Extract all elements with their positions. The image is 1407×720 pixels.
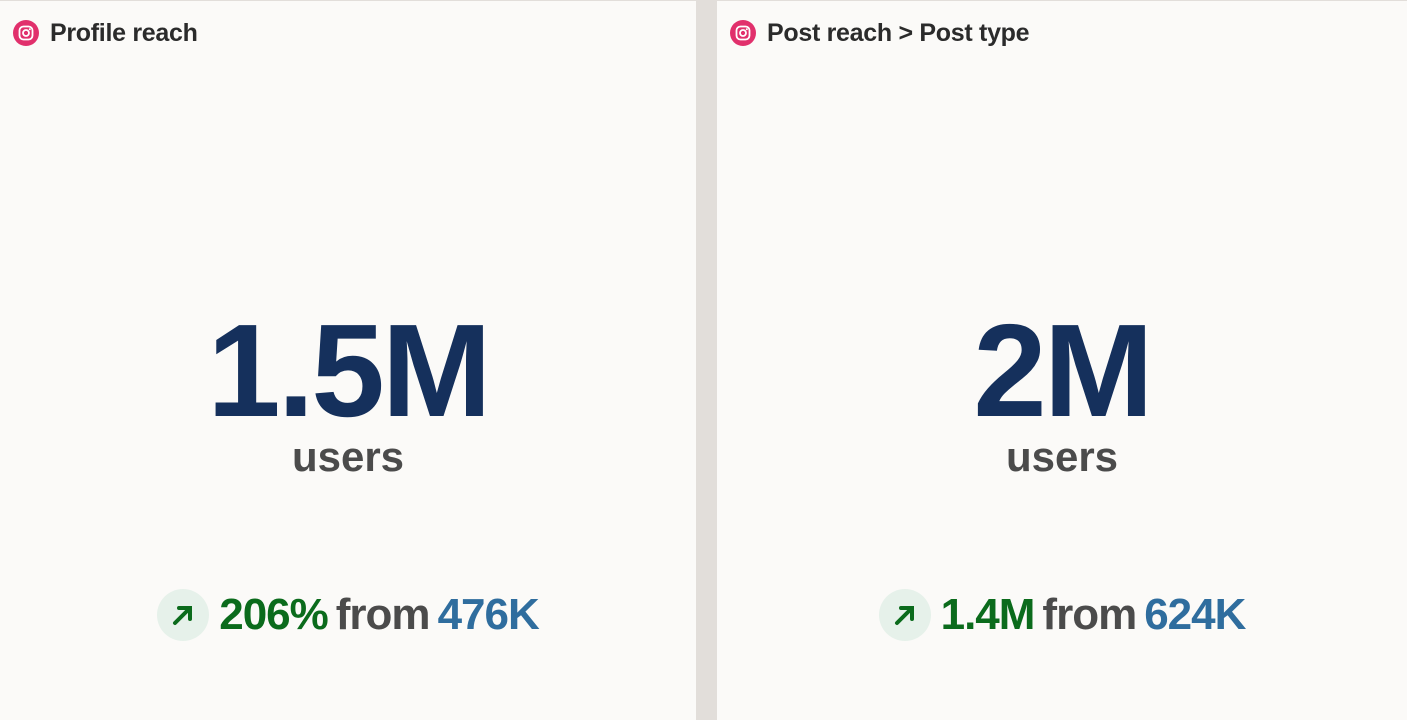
instagram-icon <box>730 20 756 46</box>
instagram-icon <box>13 20 39 46</box>
change-indicator: 1.4M from 624K <box>717 589 1407 641</box>
change-from-label: from <box>1042 590 1137 639</box>
metric-unit: users <box>291 433 405 480</box>
arrow-up-right-icon <box>157 589 210 641</box>
previous-value: 624K <box>1144 590 1246 639</box>
card-title: Post reach > Post type <box>767 18 1030 47</box>
card-header: Post reach > Post type <box>730 18 1030 48</box>
metric-value: 2M <box>973 297 1153 444</box>
change-indicator: 206% from 476K <box>0 589 696 641</box>
change-from-label: from <box>335 590 431 639</box>
profile-reach-card[interactable]: Profile reach 1.5M users 206% from 476K <box>0 1 696 720</box>
dashboard: Profile reach 1.5M users 206% from 476K <box>0 0 1407 720</box>
card-header: Profile reach <box>13 18 198 48</box>
card-title: Profile reach <box>50 18 198 47</box>
metric-value: 1.5M <box>207 297 491 444</box>
metric-unit: users <box>1005 433 1119 480</box>
arrow-up-right-icon <box>878 589 931 641</box>
change-value: 206% <box>219 590 329 639</box>
previous-value: 476K <box>437 590 540 639</box>
metric: 2M users <box>717 301 1407 481</box>
metric: 1.5M users <box>0 301 696 481</box>
change-value: 1.4M <box>940 590 1036 639</box>
post-reach-card[interactable]: Post reach > Post type 2M users 1.4M fro… <box>717 1 1407 720</box>
